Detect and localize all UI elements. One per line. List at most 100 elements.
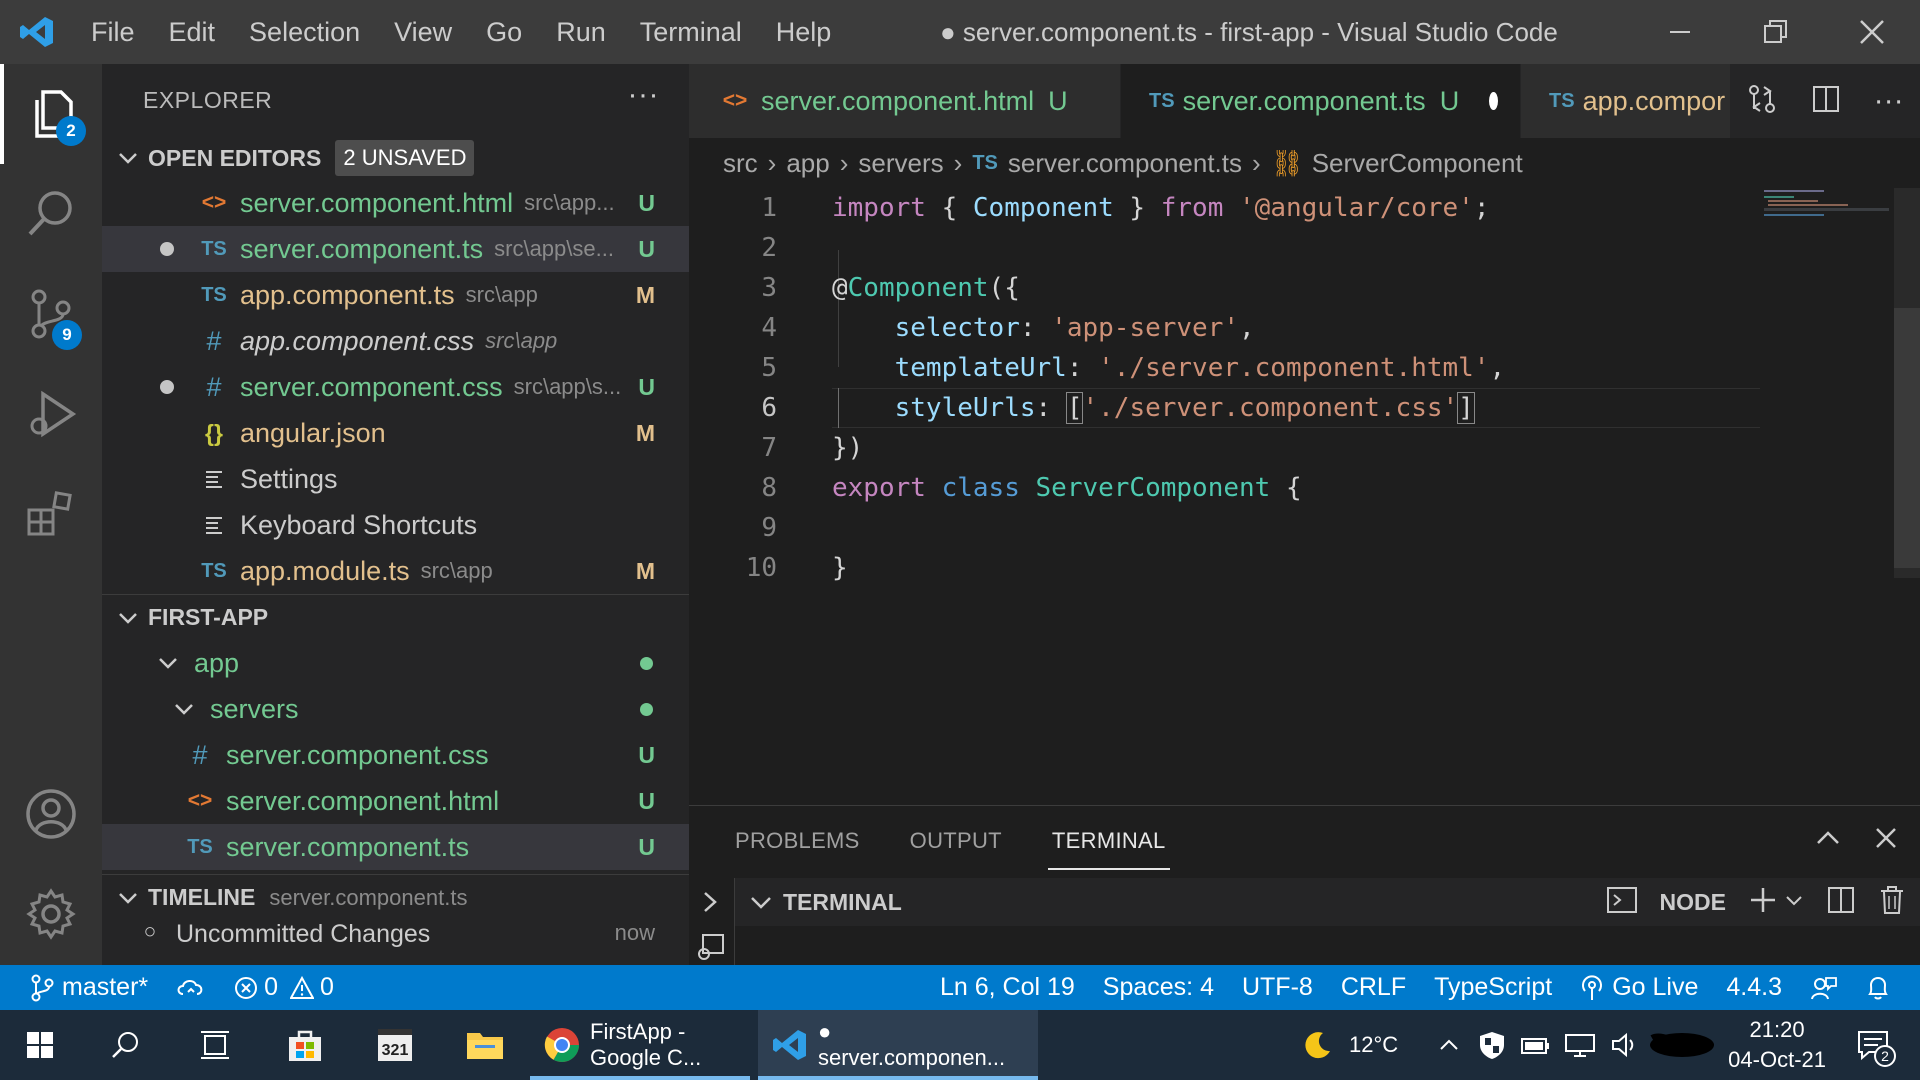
taskbar-chrome[interactable]: FirstApp - Google C... <box>530 1010 750 1080</box>
task-view-icon[interactable] <box>170 1010 260 1080</box>
open-editor-item[interactable]: Keyboard Shortcuts <box>102 502 689 548</box>
timeline-header[interactable]: TIMELINE server.component.ts <box>102 874 689 920</box>
chevron-down-icon[interactable] <box>749 890 773 914</box>
search-icon[interactable] <box>80 1010 170 1080</box>
split-terminal-icon[interactable] <box>1826 885 1856 920</box>
menu-run[interactable]: Run <box>539 0 623 64</box>
language-mode[interactable]: TypeScript <box>1420 965 1566 1010</box>
more-actions-icon[interactable]: ··· <box>1874 84 1904 118</box>
tab-server-component-ts[interactable]: TS server.component.ts U <box>1121 64 1521 138</box>
chevron-right-icon[interactable] <box>699 890 721 919</box>
breadcrumb-symbol[interactable]: ServerComponent <box>1312 148 1523 179</box>
battery-icon[interactable] <box>1520 1033 1550 1057</box>
folder-item[interactable]: app <box>102 640 689 686</box>
clock[interactable]: 21:20 04-Oct-21 <box>1728 1015 1826 1075</box>
ts-version[interactable]: 4.4.3 <box>1712 965 1796 1010</box>
open-editor-item[interactable]: <> server.component.html src\app... U <box>102 180 689 226</box>
code-editor[interactable]: 1 import { Component } from '@angular/co… <box>689 188 1920 805</box>
close-panel-icon[interactable] <box>1872 824 1900 857</box>
open-editor-item[interactable]: {} angular.json M <box>102 410 689 456</box>
unsaved-dot-icon[interactable] <box>1489 92 1498 110</box>
menu-edit[interactable]: Edit <box>152 0 233 64</box>
tab-app-component-ts[interactable]: TS app.compor <box>1521 64 1731 138</box>
open-changes-icon[interactable] <box>1746 83 1778 120</box>
search-icon[interactable] <box>0 164 102 264</box>
open-editor-item[interactable]: Settings <box>102 456 689 502</box>
explorer-icon[interactable]: 2 <box>0 64 102 164</box>
tab-terminal[interactable]: TERMINAL <box>1047 806 1170 876</box>
problems-item[interactable]: 0 0 <box>220 965 348 1010</box>
tab-server-component-html[interactable]: <> server.component.html U <box>689 64 1121 138</box>
temperature[interactable]: 12°C <box>1349 1032 1398 1058</box>
menu-go[interactable]: Go <box>469 0 539 64</box>
feedback-icon[interactable] <box>1796 965 1852 1010</box>
run-debug-icon[interactable] <box>0 364 102 464</box>
chevron-up-icon[interactable] <box>1438 1034 1460 1056</box>
open-editor-item[interactable]: TS server.component.ts src\app\se... U <box>102 226 689 272</box>
project-header[interactable]: FIRST-APP <box>102 594 689 640</box>
split-editor-icon[interactable] <box>1811 84 1841 119</box>
branch-item[interactable]: master* <box>0 965 162 1010</box>
minimize-button[interactable] <box>1632 0 1728 64</box>
breadcrumb-file[interactable]: server.component.ts <box>1008 148 1242 179</box>
timeline-entry-time: now <box>614 920 655 945</box>
security-shield-icon[interactable] <box>1478 1030 1506 1060</box>
cursor-position[interactable]: Ln 6, Col 19 <box>926 965 1089 1010</box>
breadcrumb-src[interactable]: src <box>723 148 758 179</box>
tab-output[interactable]: OUTPUT <box>910 806 1002 876</box>
file-explorer-icon[interactable] <box>440 1010 530 1080</box>
go-live-item[interactable]: Go Live <box>1566 965 1712 1010</box>
file-tree-item[interactable]: <> server.component.html U <box>102 778 689 824</box>
tab-problems[interactable]: PROBLEMS <box>735 806 860 876</box>
open-editors-header[interactable]: OPEN EDITORS 2 UNSAVED <box>102 136 689 180</box>
action-center-icon[interactable]: 2 <box>1856 1029 1896 1067</box>
chevron-down-icon[interactable] <box>1784 890 1804 915</box>
store-icon[interactable] <box>260 1010 350 1080</box>
editor-scrollbar[interactable] <box>1894 188 1920 578</box>
breadcrumb-app[interactable]: app <box>786 148 829 179</box>
open-editor-item[interactable]: # app.component.css src\app <box>102 318 689 364</box>
minimap[interactable] <box>1762 188 1892 268</box>
menu-selection[interactable]: Selection <box>232 0 377 64</box>
open-editor-item[interactable]: TS app.component.ts src\app M <box>102 272 689 318</box>
folder-item[interactable]: servers <box>102 686 689 732</box>
menu-terminal[interactable]: Terminal <box>623 0 759 64</box>
media-player-icon[interactable]: 321 <box>350 1010 440 1080</box>
menu-file[interactable]: File <box>74 0 152 64</box>
notifications-bell-icon[interactable] <box>1852 965 1920 1010</box>
end-of-line[interactable]: CRLF <box>1327 965 1420 1010</box>
open-editor-item[interactable]: # server.component.css src\app\s... U <box>102 364 689 410</box>
maximize-panel-icon[interactable] <box>1814 824 1842 857</box>
close-window-button[interactable] <box>1824 0 1920 64</box>
more-actions-icon[interactable]: ··· <box>628 78 659 112</box>
notification-count: 2 <box>1874 1045 1896 1067</box>
volume-icon[interactable] <box>1610 1032 1638 1058</box>
breadcrumb-servers[interactable]: servers <box>858 148 943 179</box>
new-terminal-icon[interactable] <box>1748 885 1778 920</box>
weather-moon-icon[interactable] <box>1301 1029 1333 1061</box>
unsaved-dot-icon[interactable] <box>160 242 174 256</box>
folder-name: servers <box>210 693 299 724</box>
windows-start-icon[interactable] <box>0 1010 80 1080</box>
menu-view[interactable]: View <box>377 0 469 64</box>
file-tree-item[interactable]: TS server.component.ts U <box>102 824 689 870</box>
open-editor-item[interactable]: TS app.module.ts src\app M <box>102 548 689 594</box>
unsaved-dot-icon[interactable] <box>160 380 174 394</box>
network-icon[interactable] <box>1564 1032 1596 1058</box>
file-tree-item[interactable]: # server.component.css U <box>102 732 689 778</box>
settings-gear-icon[interactable] <box>0 864 102 964</box>
restore-button[interactable] <box>1728 0 1824 64</box>
source-control-icon[interactable]: 9 <box>0 264 102 364</box>
timeline-entry[interactable]: ○ Uncommitted Changes now <box>102 920 689 950</box>
debug-console-icon[interactable] <box>695 932 727 967</box>
terminal-shell-name[interactable]: NODE <box>1660 889 1726 916</box>
scrollbar-thumb[interactable] <box>1894 308 1920 568</box>
menu-help[interactable]: Help <box>759 0 849 64</box>
indentation[interactable]: Spaces: 4 <box>1089 965 1228 1010</box>
trash-icon[interactable] <box>1878 885 1906 920</box>
sync-icon[interactable] <box>162 965 220 1010</box>
extensions-icon[interactable] <box>0 464 102 564</box>
encoding[interactable]: UTF-8 <box>1228 965 1327 1010</box>
taskbar-vscode[interactable]: ● server.componen... <box>758 1010 1038 1080</box>
accounts-icon[interactable] <box>0 764 102 864</box>
